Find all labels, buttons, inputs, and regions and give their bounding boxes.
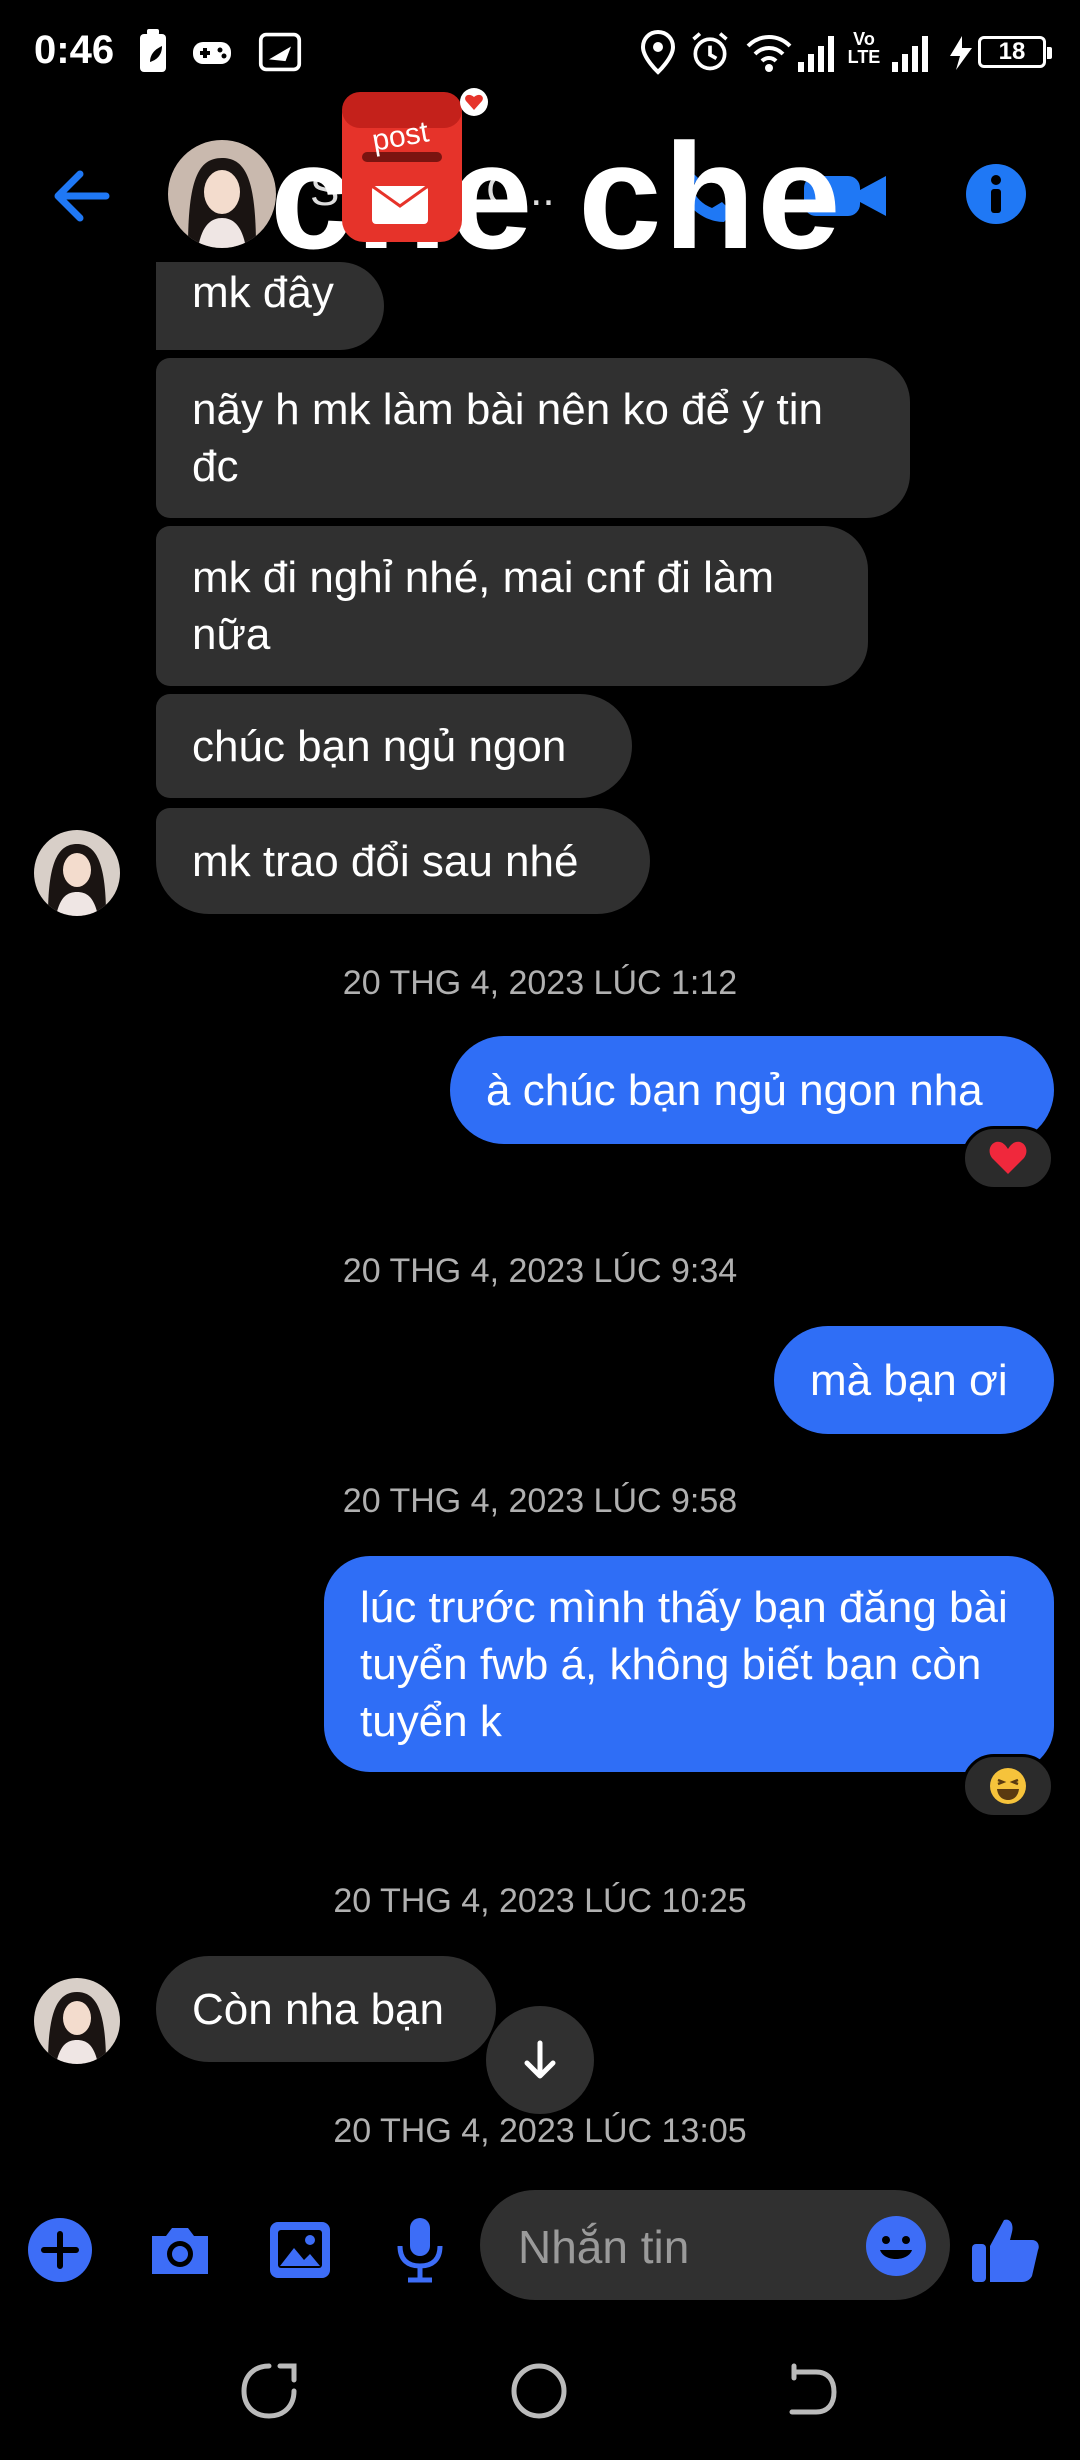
message-outgoing[interactable]: mà bạn ơi xyxy=(774,1326,1054,1434)
cast-icon xyxy=(258,32,302,72)
message-outgoing[interactable]: lúc trước mình thấy bạn đăng bài tuyển f… xyxy=(324,1556,1054,1772)
gallery-icon[interactable] xyxy=(260,2210,340,2290)
home-icon[interactable] xyxy=(506,2358,572,2424)
battery-indicator: 18 xyxy=(978,36,1052,68)
microphone-icon[interactable] xyxy=(380,2210,460,2290)
thumbs-up-icon[interactable] xyxy=(966,2210,1046,2290)
volte-label: Vo LTE xyxy=(847,29,881,67)
location-icon xyxy=(640,29,676,75)
timestamp: 20 THG 4, 2023 LÚC 1:12 xyxy=(342,964,738,1002)
info-icon[interactable] xyxy=(964,162,1028,226)
message-composer: Nhắn tin xyxy=(0,2190,1080,2320)
timestamp: 20 THG 4, 2023 LÚC 9:58 xyxy=(342,1482,738,1520)
signal-icon xyxy=(798,36,834,72)
camera-icon[interactable] xyxy=(140,2210,220,2290)
system-nav-bar xyxy=(0,2320,1080,2460)
messenger-chat-screen: 0:46 Vo LTE 18 C... che che post mk đây … xyxy=(0,0,1080,2460)
plus-icon[interactable] xyxy=(20,2210,100,2290)
signal-2-icon xyxy=(892,36,928,72)
message-outgoing[interactable]: à chúc bạn ngủ ngon nha xyxy=(450,1036,1054,1144)
message-incoming[interactable]: nãy h mk làm bài nên ko để ý tin đc xyxy=(156,358,910,518)
timestamp: 20 THG 4, 2023 LÚC 10:25 xyxy=(333,1882,747,1920)
recent-apps-icon[interactable] xyxy=(236,2358,302,2424)
message-incoming[interactable]: mk đi nghỉ nhé, mai cnf đi làm nữa xyxy=(156,526,868,686)
battery-saver-icon xyxy=(140,29,166,72)
message-incoming[interactable]: chúc bạn ngủ ngon xyxy=(156,694,632,798)
scroll-to-bottom-button[interactable] xyxy=(486,2006,594,2114)
back-nav-icon[interactable] xyxy=(776,2358,842,2424)
chat-header: S... Cửa C... che che post xyxy=(0,88,1080,280)
message-input-placeholder: Nhắn tin xyxy=(518,2221,690,2273)
timestamp: 20 THG 4, 2023 LÚC 13:05 xyxy=(333,2112,747,2150)
reaction-laugh[interactable] xyxy=(962,1754,1054,1818)
alarm-icon xyxy=(692,32,728,71)
timestamp: 20 THG 4, 2023 LÚC 9:34 xyxy=(342,1252,738,1290)
postbox-sticker: post xyxy=(342,88,488,242)
arrow-down-icon xyxy=(524,2040,556,2079)
message-incoming[interactable]: mk trao đổi sau nhé xyxy=(156,808,650,914)
message-input[interactable]: Nhắn tin xyxy=(480,2190,950,2300)
back-arrow-icon[interactable] xyxy=(46,160,118,232)
wifi-icon xyxy=(746,35,792,72)
sender-avatar[interactable] xyxy=(34,1978,120,2064)
reaction-heart[interactable] xyxy=(962,1126,1054,1190)
status-bar: 0:46 Vo LTE 18 xyxy=(0,0,1080,110)
heart-icon xyxy=(989,1141,1027,1174)
sender-avatar[interactable] xyxy=(34,830,120,916)
game-controller-icon xyxy=(193,42,231,64)
contact-avatar[interactable] xyxy=(168,140,276,248)
message-incoming[interactable]: Còn nha bạn xyxy=(156,1956,496,2062)
message-incoming[interactable]: mk đây xyxy=(156,262,384,350)
laughing-emoji-icon xyxy=(990,1768,1026,1804)
emoji-icon[interactable] xyxy=(864,2214,928,2278)
charging-icon xyxy=(950,36,972,70)
status-time: 0:46 xyxy=(34,28,115,72)
